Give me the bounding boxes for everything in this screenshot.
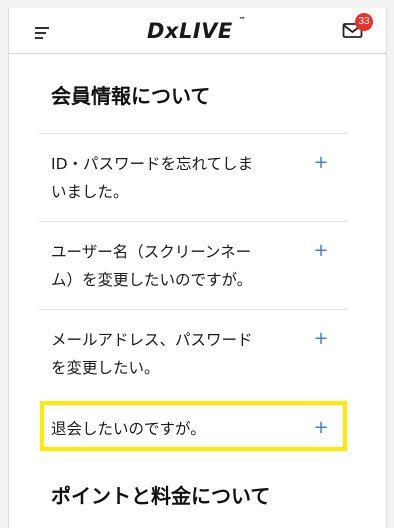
- faq-question-line: を変更したい。: [51, 359, 160, 377]
- expand-plus-icon[interactable]: +: [313, 240, 329, 262]
- page-frame: DxLIVE ™ 33 会員情報について ID・パスワードを忘れてしま いました…: [8, 8, 387, 528]
- faq-item-change-email-password[interactable]: メールアドレス、パスワード を変更したい。 +: [39, 309, 346, 398]
- mail-count-badge: 33: [355, 13, 373, 31]
- faq-question-line: ID・パスワードを忘れてしま: [51, 155, 254, 173]
- faq-question-line: メールアドレス、パスワード: [51, 331, 253, 349]
- faq-question-line: いました。: [51, 183, 129, 201]
- dxlive-logo[interactable]: DxLIVE ™: [147, 16, 246, 45]
- logo-trademark: ™: [238, 16, 246, 24]
- top-header: DxLIVE ™ 33: [9, 8, 386, 54]
- hamburger-menu-icon[interactable]: [35, 25, 51, 39]
- faq-question: 退会したいのですが。: [51, 415, 296, 443]
- faq-question: メールアドレス、パスワード を変更したい。: [51, 326, 296, 382]
- section-title-member-info: 会員情報について: [51, 84, 211, 108]
- expand-plus-icon[interactable]: +: [313, 328, 329, 350]
- faq-question: ユーザー名（スクリーンネー ム）を変更したいのですが。: [51, 238, 296, 294]
- expand-plus-icon[interactable]: +: [313, 417, 329, 439]
- faq-question: ID・パスワードを忘れてしま いました。: [51, 150, 296, 206]
- faq-question-line: ユーザー名（スクリーンネー: [51, 243, 252, 261]
- faq-item-withdraw[interactable]: 退会したいのですが。 +: [39, 397, 346, 457]
- expand-plus-icon[interactable]: +: [313, 152, 329, 174]
- section-title-points-fees: ポイントと料金について: [51, 484, 271, 508]
- faq-item-change-username[interactable]: ユーザー名（スクリーンネー ム）を変更したいのですが。 +: [39, 221, 346, 310]
- logo-text: DxLIVE: [147, 19, 233, 43]
- faq-question-line: 退会したいのですが。: [51, 420, 206, 438]
- faq-question-line: ム）を変更したいのですが。: [51, 271, 253, 289]
- faq-item-forgot-password[interactable]: ID・パスワードを忘れてしま いました。 +: [39, 133, 346, 222]
